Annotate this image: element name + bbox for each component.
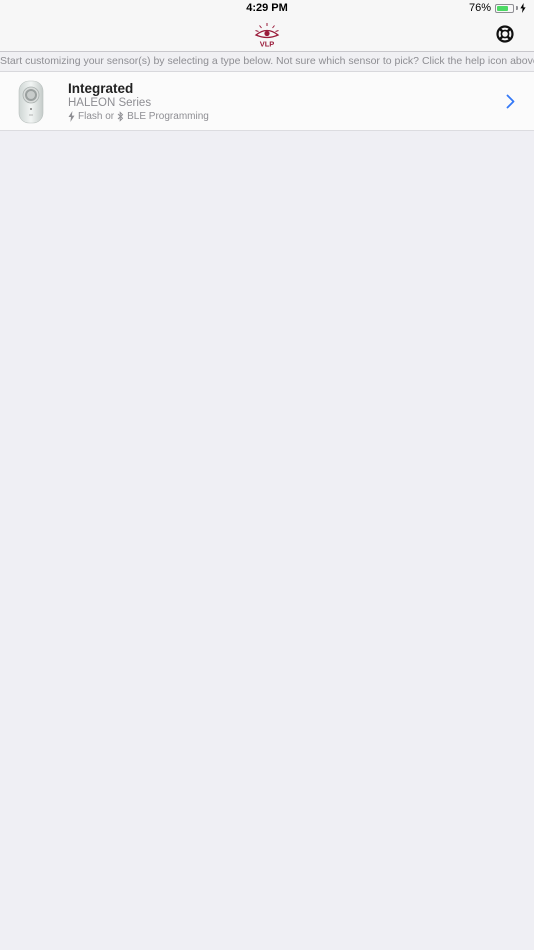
battery-icon [495, 3, 514, 13]
battery-cap [516, 6, 518, 10]
vlp-logo: VLP [254, 23, 280, 49]
lifebuoy-icon[interactable] [495, 24, 515, 44]
sensor-title: Integrated [68, 81, 134, 96]
programming-methods: Flash or BLE Programming [68, 111, 209, 122]
instruction-text: Start customizing your sensor(s) by sele… [0, 52, 534, 72]
flash-icon [68, 111, 75, 122]
battery-level [497, 5, 509, 11]
bluetooth-icon [117, 111, 124, 122]
logo-text: VLP [260, 40, 275, 49]
sensor-series: HALEON Series [68, 97, 152, 109]
nav-bar: VLP [0, 18, 534, 52]
status-right: 76% [469, 2, 526, 14]
chevron-right-icon [506, 94, 515, 109]
status-bar: 4:29 PM 76% [0, 0, 534, 18]
battery-percent: 76% [468, 2, 491, 14]
status-time: 4:29 PM [246, 2, 288, 14]
charging-bolt-icon [520, 3, 526, 13]
ble-label: BLE Programming [127, 111, 209, 122]
sensor-type-row-integrated[interactable]: Integrated HALEON Series Flash or BLE Pr… [0, 72, 534, 131]
flash-label: Flash or [78, 111, 115, 122]
sensor-device-image [18, 80, 44, 124]
